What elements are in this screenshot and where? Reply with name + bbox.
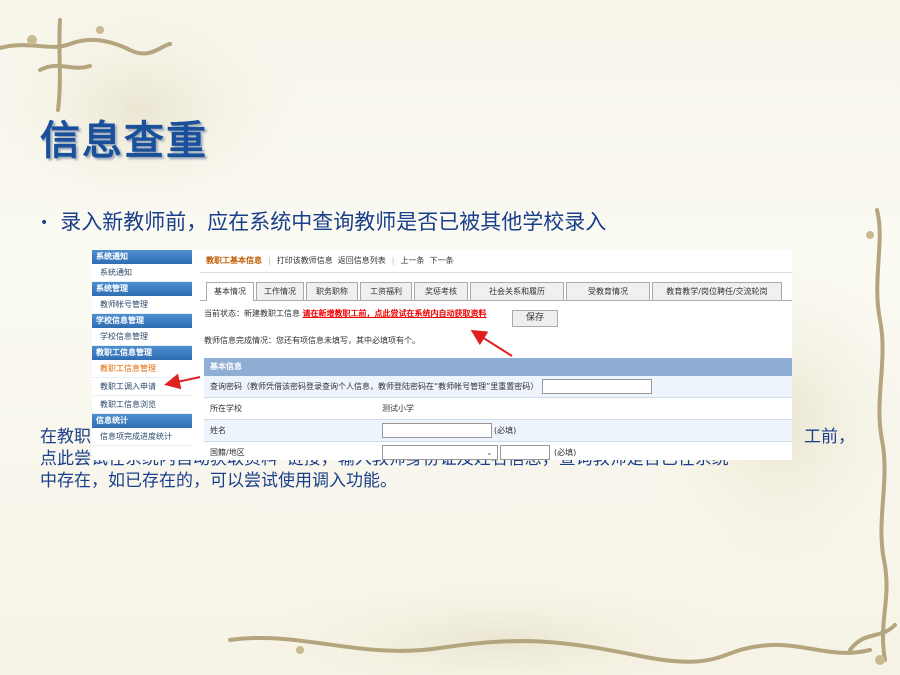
embedded-screenshot: 系统通知 系统通知 系统管理 教师帐号管理 学校信息管理 学校信息管理 教职工信… — [92, 250, 792, 460]
para-line1-right: 工前， — [804, 427, 855, 447]
bullet-text: 录入新教师前，应在系统中查询教师是否已被其他学校录入 — [60, 210, 607, 234]
bullet-point: • 录入新教师前，应在系统中查询教师是否已被其他学校录入 — [40, 206, 606, 236]
annotation-arrows — [164, 329, 513, 390]
slide-title: 信息查重 — [40, 117, 208, 164]
para-line1-left: 在教职 — [40, 427, 91, 447]
para-line3: 中存在，如已存在的，可以尝试使用调入功能。 — [40, 471, 397, 491]
arrow-to-sidebar — [164, 373, 201, 390]
arrow-to-link — [470, 329, 513, 357]
bullet-marker: • — [40, 215, 49, 231]
